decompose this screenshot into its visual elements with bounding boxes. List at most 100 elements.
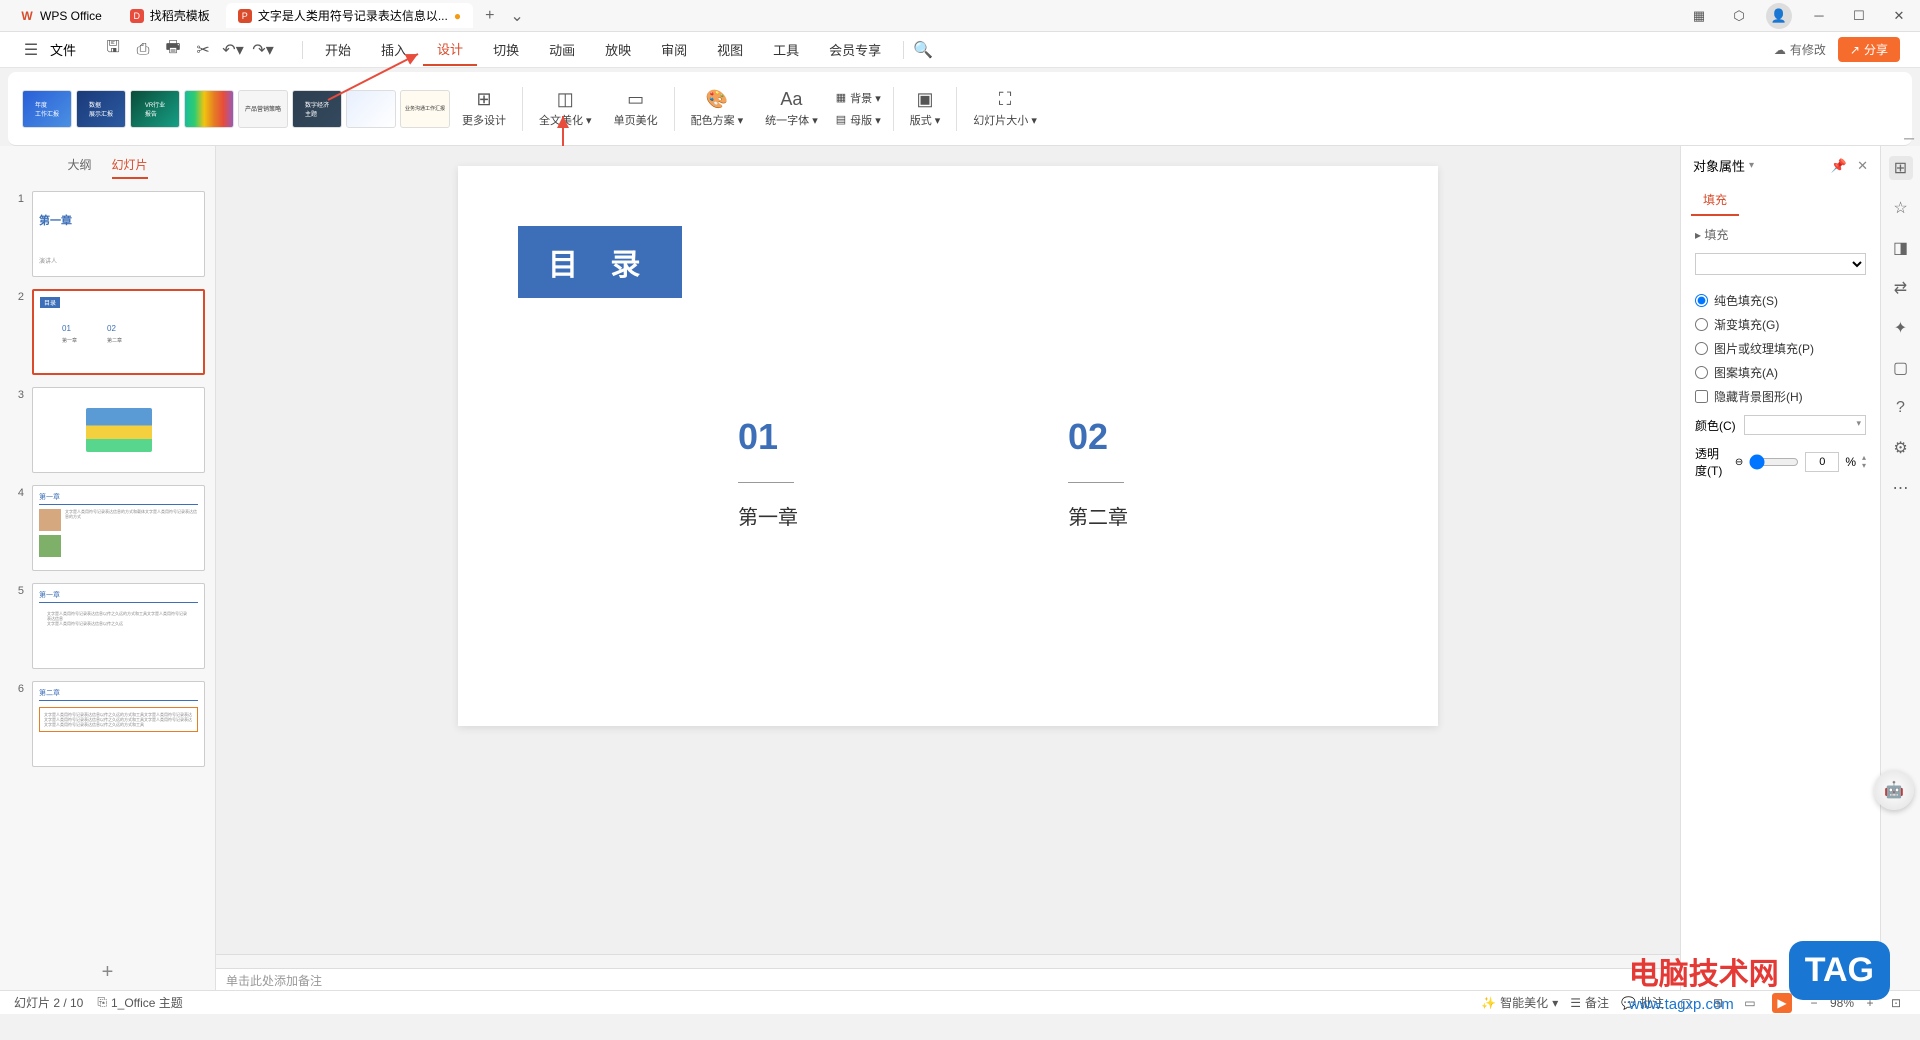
radio-input[interactable] bbox=[1695, 366, 1708, 379]
menu-review[interactable]: 审阅 bbox=[647, 34, 701, 65]
user-avatar[interactable]: 👤 bbox=[1766, 3, 1792, 29]
maximize-button[interactable]: ☐ bbox=[1846, 3, 1872, 29]
tab-templates[interactable]: D 找稻壳模板 bbox=[118, 3, 222, 28]
pin-icon[interactable]: 📌 bbox=[1831, 158, 1847, 174]
radio-gradient-fill[interactable]: 渐变填充(G) bbox=[1695, 316, 1866, 333]
redo-icon[interactable]: ↷▾ bbox=[252, 39, 274, 61]
tab-dropdown[interactable]: ⌄ bbox=[502, 2, 531, 30]
print-preview-icon[interactable]: 🖶 bbox=[162, 39, 184, 61]
transparency-slider[interactable] bbox=[1749, 454, 1799, 470]
tab-document[interactable]: P 文字是人类用符号记录表达信息以... ● bbox=[226, 3, 473, 28]
tool-effects-icon[interactable]: ✦ bbox=[1889, 316, 1913, 340]
canvas-scroll[interactable]: 目 录 01 第一章 02 第二章 bbox=[216, 146, 1680, 954]
slide-thumb-1[interactable]: 第一章 演讲人 bbox=[32, 191, 205, 277]
theme-thumb-5[interactable]: 产品营销策略 bbox=[238, 90, 288, 128]
theme-thumb-2[interactable]: 数据展示汇报 bbox=[76, 90, 126, 128]
save-icon[interactable]: 🖫 bbox=[102, 39, 124, 61]
ai-beautify-button[interactable]: ✨ 智能美化 ▾ bbox=[1481, 994, 1558, 1011]
notes-input[interactable]: 单击此处添加备注 bbox=[216, 968, 1680, 990]
close-icon[interactable]: ✕ bbox=[1857, 158, 1868, 174]
hamburger-icon[interactable]: ☰ bbox=[20, 39, 42, 61]
menu-design[interactable]: 设计 bbox=[423, 33, 477, 66]
transparency-value[interactable] bbox=[1805, 452, 1839, 472]
radio-input[interactable] bbox=[1695, 294, 1708, 307]
tab-add-button[interactable]: + bbox=[477, 3, 502, 29]
theme-thumb-4[interactable] bbox=[184, 90, 234, 128]
ribbon-beautify-single[interactable]: ▭ 单页美化 bbox=[604, 86, 668, 132]
tool-layers-icon[interactable]: ◨ bbox=[1889, 236, 1913, 260]
color-picker[interactable]: ▾ bbox=[1744, 415, 1866, 435]
horizontal-scrollbar[interactable] bbox=[216, 954, 1680, 968]
assistant-bubble[interactable]: 🤖 bbox=[1874, 770, 1914, 810]
slide-thumb-4[interactable]: 第一章 文字是人类用符号记录表达信息的方式和载体文字是人类用符号记录表达信息的方… bbox=[32, 485, 205, 571]
menu-insert[interactable]: 插入 bbox=[367, 34, 421, 65]
slide-thumb-3[interactable] bbox=[32, 387, 205, 473]
radio-input[interactable] bbox=[1695, 342, 1708, 355]
radio-picture-fill[interactable]: 图片或纹理填充(P) bbox=[1695, 340, 1866, 357]
toc-item-1[interactable]: 01 第一章 bbox=[738, 416, 798, 530]
cube-icon[interactable]: ⬡ bbox=[1726, 3, 1752, 29]
ribbon-slide-size[interactable]: ⛶ 幻灯片大小 ▾ bbox=[963, 86, 1047, 132]
theme-thumb-7[interactable] bbox=[346, 90, 396, 128]
menu-view[interactable]: 视图 bbox=[703, 34, 757, 65]
toc-title[interactable]: 目 录 bbox=[518, 226, 682, 298]
ribbon-layout[interactable]: ▣ 版式 ▾ bbox=[900, 86, 951, 132]
menu-animation[interactable]: 动画 bbox=[535, 34, 589, 65]
slide-canvas[interactable]: 目 录 01 第一章 02 第二章 bbox=[458, 166, 1438, 726]
tool-properties-icon[interactable]: ⊞ bbox=[1889, 156, 1913, 180]
checkbox-input[interactable] bbox=[1695, 390, 1708, 403]
radio-input[interactable] bbox=[1695, 318, 1708, 331]
menu-slideshow[interactable]: 放映 bbox=[591, 34, 645, 65]
menu-transition[interactable]: 切换 bbox=[479, 34, 533, 65]
ribbon-background[interactable]: ▦ 背景 ▾ bbox=[830, 88, 887, 108]
theme-indicator[interactable]: ⎘ 1_Office 主题 bbox=[97, 994, 182, 1011]
theme-thumb-6[interactable]: 数字经济主题 bbox=[292, 90, 342, 128]
tool-star-icon[interactable]: ☆ bbox=[1889, 196, 1913, 220]
panel-tab-outline[interactable]: 大纲 bbox=[67, 156, 91, 179]
add-slide-button[interactable]: + bbox=[0, 955, 215, 990]
file-menu[interactable]: 文件 bbox=[50, 40, 76, 59]
search-icon[interactable]: 🔍 bbox=[912, 39, 934, 61]
menu-start[interactable]: 开始 bbox=[311, 34, 365, 65]
slide-thumb-6[interactable]: 第二章 文字是人类用符号记录表达信息以传之久远的方式和工具文字是人类用符号记录表… bbox=[32, 681, 205, 767]
fill-section-title[interactable]: ▸ 填充 bbox=[1695, 226, 1866, 243]
menu-member[interactable]: 会员专享 bbox=[815, 34, 895, 65]
notes-toggle[interactable]: ☰ 备注 bbox=[1570, 994, 1609, 1011]
ribbon-more-designs[interactable]: ⊞ 更多设计 bbox=[452, 86, 516, 132]
tab-wps-office[interactable]: W WPS Office bbox=[8, 5, 114, 27]
close-button[interactable]: ✕ bbox=[1886, 3, 1912, 29]
slide-thumb-2[interactable]: 目录 01第一章 02第二章 bbox=[32, 289, 205, 375]
ribbon-color-scheme[interactable]: 🎨 配色方案 ▾ bbox=[681, 86, 754, 132]
tool-help-icon[interactable]: ? bbox=[1889, 396, 1913, 420]
slide-thumb-5[interactable]: 第一章 文字是人类用符号记录表达信息以传之久远的方式和工具文字是人类用符号记录表… bbox=[32, 583, 205, 669]
prop-title: 对象属性 bbox=[1693, 156, 1745, 175]
checkbox-hide-bg[interactable]: 隐藏背景图形(H) bbox=[1695, 388, 1866, 405]
prop-tab-fill[interactable]: 填充 bbox=[1691, 185, 1739, 216]
toc-item-2[interactable]: 02 第二章 bbox=[1068, 416, 1128, 530]
theme-thumb-8[interactable]: 业务沟通工作汇报 bbox=[400, 90, 450, 128]
print-icon[interactable]: ⎙ bbox=[132, 39, 154, 61]
ribbon-beautify-all[interactable]: ◫ 全文美化 ▾ bbox=[529, 86, 602, 132]
panel-tab-slides[interactable]: 幻灯片 bbox=[112, 156, 148, 179]
cut-icon[interactable]: ✂ bbox=[192, 39, 214, 61]
menu-tools[interactable]: 工具 bbox=[759, 34, 813, 65]
collapse-ribbon-button[interactable]: ─ bbox=[1904, 130, 1914, 146]
tool-tablet-icon[interactable]: ▢ bbox=[1889, 356, 1913, 380]
fill-dropdown[interactable] bbox=[1695, 253, 1866, 275]
undo-icon[interactable]: ↶▾ bbox=[222, 39, 244, 61]
theme-thumb-3[interactable]: VR行业报告 bbox=[130, 90, 180, 128]
ribbon-master[interactable]: ▤ 母版 ▾ bbox=[830, 110, 887, 130]
share-button[interactable]: ↗ 分享 bbox=[1838, 37, 1900, 62]
chevron-down-icon[interactable]: ▾ bbox=[1749, 160, 1754, 171]
ribbon-unify-font[interactable]: Aa 统一字体 ▾ bbox=[755, 86, 828, 132]
grid-icon[interactable]: ▦ bbox=[1686, 3, 1712, 29]
tool-more-icon[interactable]: ⋯ bbox=[1889, 476, 1913, 500]
tool-transform-icon[interactable]: ⇄ bbox=[1889, 276, 1913, 300]
radio-solid-fill[interactable]: 纯色填充(S) bbox=[1695, 292, 1866, 309]
tool-settings-icon[interactable]: ⚙ bbox=[1889, 436, 1913, 460]
theme-thumb-1[interactable]: 年度工作汇报 bbox=[22, 90, 72, 128]
cloud-status[interactable]: ☁ 有修改 bbox=[1774, 41, 1826, 58]
minimize-button[interactable]: ─ bbox=[1806, 3, 1832, 29]
radio-pattern-fill[interactable]: 图案填充(A) bbox=[1695, 364, 1866, 381]
stepper-icon[interactable]: ▴▾ bbox=[1862, 454, 1866, 470]
